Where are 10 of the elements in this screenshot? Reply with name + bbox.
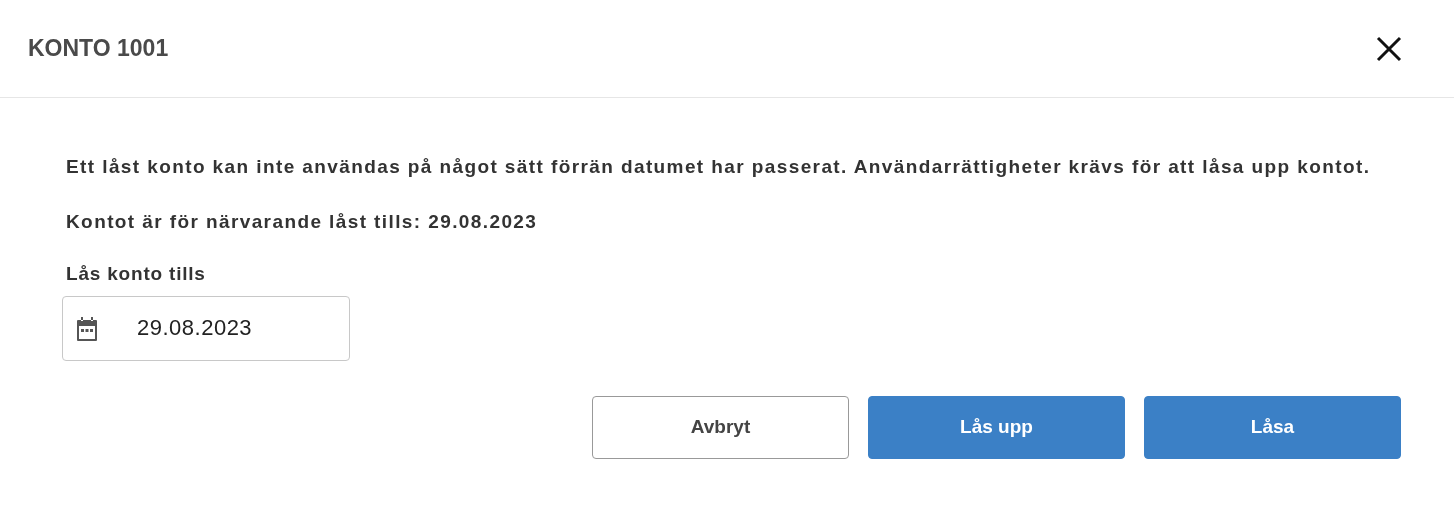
dialog-button[interactable]: Lås upp: [868, 395, 1125, 459]
info-text: Kontot är för närvarande låst tills: 29.08.2023: [66, 210, 539, 234]
close-icon: [1376, 35, 1402, 62]
field-label: Lås konto tills: [66, 262, 207, 285]
date-field[interactable]: 29.08.2023: [62, 295, 350, 361]
dialog-button[interactable]: Avbryt: [592, 395, 849, 459]
dialog-button[interactable]: Låsa: [1144, 395, 1401, 459]
calendar-icon: [75, 315, 99, 342]
dialog-title: KONTO 1001: [28, 35, 169, 62]
info-text: Ett låst konto kan inte användas på något sätt förrän datumet har passerat. Användarrättigheter krävs för att låsa upp kontot.: [66, 156, 1372, 179]
